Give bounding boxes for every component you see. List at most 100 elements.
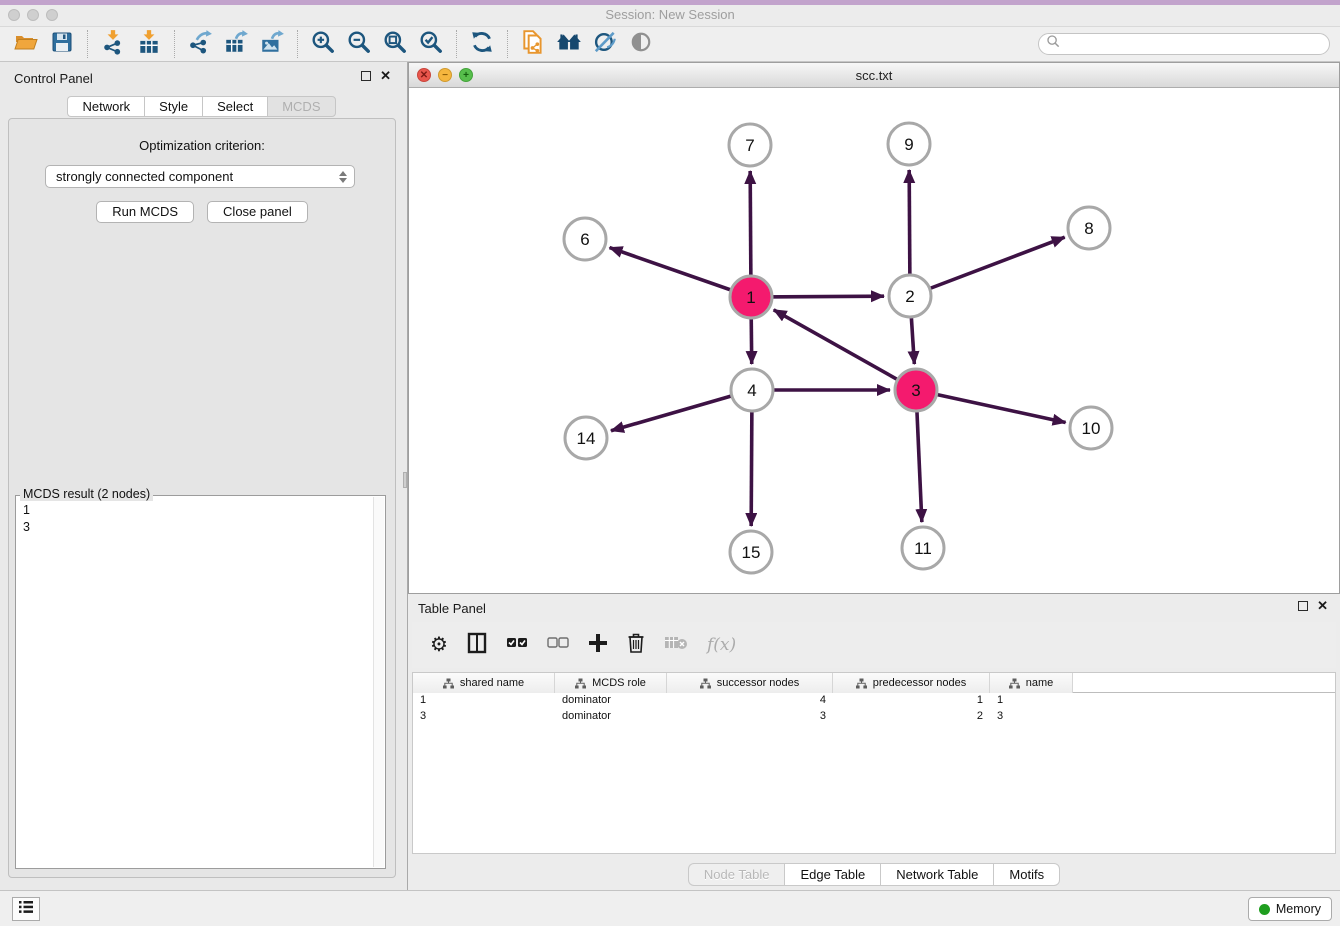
- delete-table-button[interactable]: [664, 631, 688, 659]
- column-header-successor-nodes[interactable]: successor nodes: [667, 673, 833, 693]
- splitter-grip-icon[interactable]: [403, 472, 407, 488]
- apply-layout-button[interactable]: [464, 29, 500, 59]
- trash-icon: [627, 632, 645, 658]
- toolbar-separator: [87, 30, 88, 58]
- run-mcds-button[interactable]: Run MCDS: [96, 201, 194, 223]
- hide-graphics-icon: [592, 29, 618, 60]
- graph-edge-2-8[interactable]: [910, 237, 1065, 296]
- table-cell[interactable]: 1: [413, 693, 555, 709]
- graph-node-9[interactable]: 9: [888, 123, 930, 165]
- graph-node-3[interactable]: 3: [895, 369, 937, 411]
- control-panel-tabs: Network Style Select MCDS: [0, 96, 403, 117]
- export-network-button[interactable]: [182, 29, 218, 59]
- close-panel-icon[interactable]: ✕: [380, 71, 391, 81]
- columns-button[interactable]: [467, 631, 487, 659]
- zoom-selected-button[interactable]: [413, 29, 449, 59]
- toolbar-separator: [507, 30, 508, 58]
- column-header-label: predecessor nodes: [873, 677, 967, 689]
- import-network-button[interactable]: [95, 29, 131, 59]
- zoom-fit-button[interactable]: [377, 29, 413, 59]
- graph-node-10[interactable]: 10: [1070, 407, 1112, 449]
- tab-motifs[interactable]: Motifs: [993, 863, 1060, 886]
- show-graphics-button[interactable]: [623, 29, 659, 59]
- float-panel-icon[interactable]: [361, 71, 371, 81]
- delete-column-button[interactable]: [627, 631, 645, 659]
- graph-node-6[interactable]: 6: [564, 218, 606, 260]
- zoom-out-icon: [346, 29, 372, 60]
- table-cell[interactable]: 1: [990, 693, 1073, 709]
- tab-mcds[interactable]: MCDS: [267, 96, 335, 117]
- graph-node-7[interactable]: 7: [729, 124, 771, 166]
- svg-text:4: 4: [747, 381, 756, 400]
- graph-node-2[interactable]: 2: [889, 275, 931, 317]
- tab-network-table[interactable]: Network Table: [880, 863, 993, 886]
- global-search-field[interactable]: [1038, 33, 1330, 55]
- close-panel-button[interactable]: Close panel: [207, 201, 308, 223]
- table-cell[interactable]: dominator: [555, 693, 667, 709]
- add-column-button[interactable]: [588, 631, 608, 659]
- export-image-button[interactable]: [254, 29, 290, 59]
- zoom-out-button[interactable]: [341, 29, 377, 59]
- select-stepper-icon: [336, 169, 349, 185]
- home-button[interactable]: [551, 29, 587, 59]
- memory-button[interactable]: Memory: [1248, 897, 1332, 921]
- tab-network[interactable]: Network: [67, 96, 144, 117]
- open-session-button[interactable]: [8, 29, 44, 59]
- task-history-button[interactable]: [12, 897, 40, 921]
- column-header-label: MCDS role: [592, 677, 646, 689]
- tab-select[interactable]: Select: [202, 96, 267, 117]
- table-cell[interactable]: 3: [990, 709, 1073, 725]
- tab-node-table[interactable]: Node Table: [688, 863, 785, 886]
- column-header-shared-name[interactable]: shared name: [413, 673, 555, 693]
- graph-node-15[interactable]: 15: [730, 531, 772, 573]
- session-title: Session: New Session: [0, 7, 1340, 22]
- home-icon: [555, 29, 583, 60]
- table-cell[interactable]: 2: [833, 709, 990, 725]
- table-cell[interactable]: 3: [667, 709, 833, 725]
- float-table-panel-icon[interactable]: [1298, 601, 1308, 611]
- network-window-title: scc.txt: [409, 68, 1339, 83]
- close-table-panel-icon[interactable]: ✕: [1317, 601, 1328, 611]
- tab-edge-table[interactable]: Edge Table: [784, 863, 880, 886]
- deselect-all-columns-button[interactable]: [547, 631, 569, 659]
- table-row[interactable]: 1dominator411: [413, 693, 1335, 709]
- optimization-criterion-select[interactable]: strongly connected component: [45, 165, 355, 188]
- add-column-icon: [588, 633, 608, 658]
- result-scrollbar[interactable]: [373, 497, 384, 867]
- column-header-name[interactable]: name: [990, 673, 1073, 693]
- graph-node-1[interactable]: 1: [730, 276, 772, 318]
- network-canvas[interactable]: 7 9 6 8 1 2 4 3 14 10 15 11: [409, 88, 1339, 593]
- network-window-titlebar: ✕ − + scc.txt: [409, 63, 1339, 88]
- gear-button[interactable]: ⚙: [430, 631, 448, 659]
- table-cell[interactable]: 1: [833, 693, 990, 709]
- svg-text:3: 3: [911, 381, 920, 400]
- import-table-button[interactable]: [131, 29, 167, 59]
- graph-node-4[interactable]: 4: [731, 369, 773, 411]
- zoom-in-button[interactable]: [305, 29, 341, 59]
- table-cell[interactable]: dominator: [555, 709, 667, 725]
- graph-node-8[interactable]: 8: [1068, 207, 1110, 249]
- graph-node-11[interactable]: 11: [902, 527, 944, 569]
- save-session-button[interactable]: [44, 29, 80, 59]
- tab-style[interactable]: Style: [144, 96, 202, 117]
- function-builder-button[interactable]: f(x): [707, 631, 736, 659]
- control-panel-header: Control Panel ✕: [0, 62, 403, 94]
- table-cell[interactable]: 4: [667, 693, 833, 709]
- hide-graphics-button[interactable]: [587, 29, 623, 59]
- graph-edge-3-10[interactable]: [916, 390, 1066, 422]
- apply-layout-icon: [469, 29, 495, 60]
- graph-edge-3-1[interactable]: [774, 310, 916, 390]
- export-table-button[interactable]: [218, 29, 254, 59]
- search-input[interactable]: [1061, 35, 1329, 53]
- toolbar-separator: [456, 30, 457, 58]
- column-tree-icon: [700, 678, 711, 689]
- table-cell[interactable]: 3: [413, 709, 555, 725]
- svg-text:6: 6: [580, 230, 589, 249]
- column-header-MCDS-role[interactable]: MCDS role: [555, 673, 667, 693]
- column-header-predecessor-nodes[interactable]: predecessor nodes: [833, 673, 990, 693]
- graph-node-14[interactable]: 14: [565, 417, 607, 459]
- table-row[interactable]: 3dominator323: [413, 709, 1335, 725]
- select-all-columns-button[interactable]: [506, 631, 528, 659]
- open-browser-button[interactable]: [515, 29, 551, 59]
- memory-status-icon: [1259, 904, 1270, 915]
